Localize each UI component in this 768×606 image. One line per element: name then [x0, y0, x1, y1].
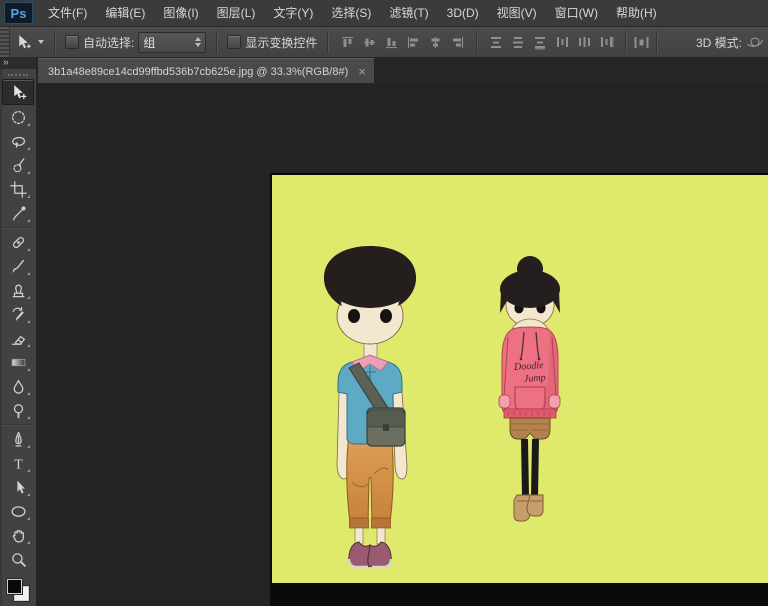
menu-item-select[interactable]: 选择(S) [322, 0, 380, 26]
tool-ellipse-shape[interactable] [3, 499, 33, 523]
separator [476, 31, 477, 53]
separator [54, 31, 55, 53]
tools-separator [3, 424, 33, 425]
separator [327, 31, 328, 53]
menu-item-type[interactable]: 文字(Y) [264, 0, 322, 26]
menu-items: 文件(F) 编辑(E) 图像(I) 图层(L) 文字(Y) 选择(S) 滤镜(T… [39, 0, 666, 26]
tool-blur[interactable] [3, 374, 33, 398]
foreground-color-swatch[interactable] [7, 579, 22, 594]
tool-crop[interactable] [3, 177, 33, 201]
menu-item-layer[interactable]: 图层(L) [208, 0, 265, 26]
tool-eraser[interactable] [3, 326, 33, 350]
document-tab-title: 3b1a48e89ce14cd99ffbd536b7cb625e.jpg @ 3… [48, 66, 348, 78]
distribute-bottom-edges-icon[interactable] [531, 33, 549, 51]
color-swatches[interactable] [6, 577, 30, 606]
show-transform-label: 显示变换控件 [245, 34, 317, 51]
mode-3d-group: 3D 模式: [692, 33, 768, 51]
tool-quick-selection[interactable] [3, 153, 33, 177]
menu-bar: Ps 文件(F) 编辑(E) 图像(I) 图层(L) 文字(Y) 选择(S) 滤… [0, 0, 768, 27]
tool-eyedropper[interactable] [3, 201, 33, 225]
tool-hand[interactable] [3, 523, 33, 547]
tool-path-selection[interactable] [3, 475, 33, 499]
options-bar: 自动选择: 组 显示变换控件 [0, 27, 768, 58]
chevron-down-icon [38, 40, 44, 44]
menu-item-window[interactable]: 窗口(W) [546, 0, 607, 26]
distribute-horizontal-centers-icon[interactable] [575, 33, 593, 51]
artwork-image: Doodle Jump [272, 175, 768, 583]
move-tool-preset-icon [14, 33, 32, 51]
girl-figure: Doodle Jump [477, 247, 582, 532]
align-horizontal-centers-icon[interactable] [426, 33, 444, 51]
separator [216, 31, 217, 53]
tool-spot-healing-brush[interactable] [3, 230, 33, 254]
align-right-edges-icon[interactable] [448, 33, 466, 51]
auto-select-value: 组 [143, 34, 155, 51]
distribute-vertical-centers-icon[interactable] [509, 33, 527, 51]
show-transform-checkbox[interactable] [227, 35, 241, 49]
tool-move[interactable] [2, 79, 34, 105]
tool-type[interactable]: T [3, 451, 33, 475]
tool-zoom[interactable] [3, 547, 33, 571]
menu-item-filter[interactable]: 滤镜(T) [380, 0, 437, 26]
tools-panel: » [0, 57, 37, 606]
tool-history-brush[interactable] [3, 302, 33, 326]
photoshop-logo: Ps [4, 2, 33, 24]
align-left-edges-icon[interactable] [404, 33, 422, 51]
tool-gradient[interactable] [3, 350, 33, 374]
mode-3d-label: 3D 模式: [696, 34, 742, 51]
document-tab-bar: 3b1a48e89ce14cd99ffbd536b7cb625e.jpg @ 3… [36, 57, 768, 84]
menu-item-edit[interactable]: 编辑(E) [96, 0, 154, 26]
menu-item-image[interactable]: 图像(I) [154, 0, 207, 26]
auto-select-label: 自动选择: [83, 34, 134, 51]
tool-pen[interactable] [3, 427, 33, 451]
separator [625, 31, 626, 53]
tool-lasso[interactable] [3, 129, 33, 153]
tool-preset-picker[interactable] [10, 33, 48, 51]
separator [656, 31, 657, 53]
3d-rotate-icon[interactable] [746, 33, 764, 51]
distribute-left-edges-icon[interactable] [553, 33, 571, 51]
align-vertical-centers-icon[interactable] [360, 33, 378, 51]
menu-item-file[interactable]: 文件(F) [39, 0, 96, 26]
tools-separator [3, 227, 33, 228]
svg-text:Jump: Jump [524, 372, 546, 384]
tool-dodge[interactable] [3, 398, 33, 422]
menu-item-help[interactable]: 帮助(H) [607, 0, 666, 26]
distribute-spacing-icon[interactable] [632, 33, 650, 51]
document-tab[interactable]: 3b1a48e89ce14cd99ffbd536b7cb625e.jpg @ 3… [38, 58, 375, 84]
photoshop-window: Ps 文件(F) 编辑(E) 图像(I) 图层(L) 文字(Y) 选择(S) 滤… [0, 0, 768, 606]
menu-item-view[interactable]: 视图(V) [488, 0, 546, 26]
align-top-edges-icon[interactable] [338, 33, 356, 51]
show-transform-group: 显示变换控件 [223, 34, 321, 51]
menu-item-3d[interactable]: 3D(D) [438, 0, 488, 26]
svg-text:T: T [14, 456, 23, 471]
boy-figure [302, 242, 442, 582]
artwork-bottom-band [272, 583, 768, 606]
align-bottom-edges-icon[interactable] [382, 33, 400, 51]
document-canvas[interactable]: Doodle Jump [270, 173, 768, 606]
options-bar-grip[interactable] [0, 27, 10, 57]
tool-brush[interactable] [3, 254, 33, 278]
align-buttons [334, 33, 470, 51]
canvas-area[interactable]: Doodle Jump [36, 83, 768, 606]
auto-select-dropdown[interactable]: 组 [138, 32, 206, 53]
distribute-buttons [483, 33, 619, 51]
distribute-top-edges-icon[interactable] [487, 33, 505, 51]
svg-text:Doodle: Doodle [513, 360, 545, 373]
collapse-panel-button[interactable]: » [0, 57, 36, 69]
close-tab-icon[interactable]: × [358, 65, 366, 78]
panel-grip[interactable] [8, 74, 28, 76]
distribute-right-edges-icon[interactable] [597, 33, 615, 51]
tool-clone-stamp[interactable] [3, 278, 33, 302]
tool-elliptical-marquee[interactable] [3, 105, 33, 129]
auto-select-group: 自动选择: 组 [61, 32, 210, 53]
auto-select-checkbox[interactable] [65, 35, 79, 49]
stepper-icon [195, 37, 201, 47]
